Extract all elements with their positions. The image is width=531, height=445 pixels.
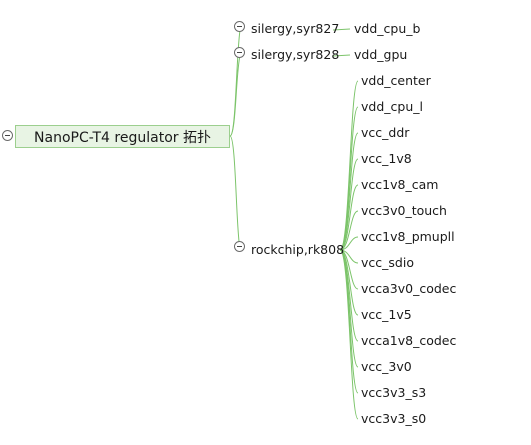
leaf-node[interactable]: vcc_1v8 <box>361 151 412 167</box>
leaf-node[interactable]: vcc3v3_s3 <box>361 385 426 401</box>
leaf-node[interactable]: vcca3v0_codec <box>361 281 456 297</box>
leaf-node[interactable]: vdd_cpu_b <box>354 21 420 37</box>
leaf-node[interactable]: vdd_center <box>361 73 431 89</box>
leaf-node[interactable]: vcca1v8_codec <box>361 333 456 349</box>
branch-collapse-icon-syr827[interactable] <box>234 21 245 32</box>
leaf-node[interactable]: vcc1v8_pmupll <box>361 229 455 245</box>
leaf-node[interactable]: vcc_3v0 <box>361 359 412 375</box>
leaf-node[interactable]: vdd_gpu <box>354 47 407 63</box>
leaf-node[interactable]: vdd_cpu_l <box>361 99 423 115</box>
leaf-node[interactable]: vcc_sdio <box>361 255 414 271</box>
leaf-node[interactable]: vcc_ddr <box>361 125 409 141</box>
connector-root-syr828 <box>229 55 241 137</box>
leaf-node[interactable]: vcc1v8_cam <box>361 177 438 193</box>
connector-layer <box>229 28 359 420</box>
leaf-node[interactable]: vcc3v0_touch <box>361 203 447 219</box>
root-node-label: NanoPC-T4 regulator 拓扑 <box>34 129 211 146</box>
branch-collapse-icon-syr828[interactable] <box>234 47 245 58</box>
leaf-node[interactable]: vcc_1v5 <box>361 307 412 323</box>
branch-node-rk808[interactable]: rockchip,rk808 <box>251 242 344 258</box>
root-node[interactable]: NanoPC-T4 regulator 拓扑 <box>15 125 230 148</box>
branch-node-syr828[interactable]: silergy,syr828 <box>251 47 339 63</box>
leaf-node[interactable]: vcc3v3_s0 <box>361 411 426 427</box>
connector-root-rk808 <box>229 135 241 250</box>
root-collapse-icon[interactable] <box>2 130 13 141</box>
branch-node-syr827[interactable]: silergy,syr827 <box>251 21 339 37</box>
connector-root-syr827 <box>229 29 241 137</box>
branch-collapse-icon-rk808[interactable] <box>234 241 245 252</box>
